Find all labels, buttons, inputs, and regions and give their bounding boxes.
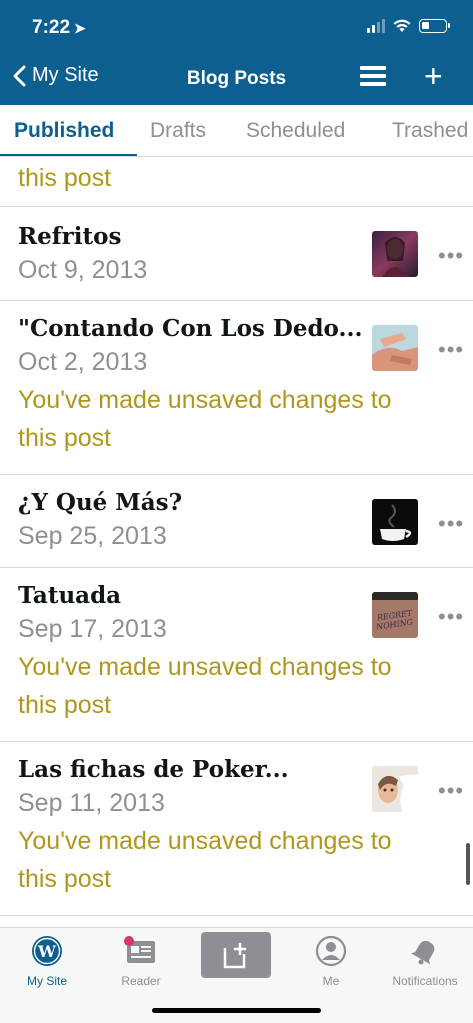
list-item[interactable]: this post xyxy=(0,159,473,207)
reader-icon xyxy=(94,934,188,968)
status-time-text: 7:22 xyxy=(32,17,71,38)
list-view-button[interactable] xyxy=(360,66,386,88)
wordpress-icon: W xyxy=(0,934,94,968)
signal-icon xyxy=(367,19,385,33)
status-icons xyxy=(367,19,450,33)
unsaved-warning-line1: You've made unsaved changes to xyxy=(18,827,392,855)
tab-scheduled[interactable]: Scheduled xyxy=(246,119,345,143)
scrollbar[interactable] xyxy=(466,843,470,885)
post-thumbnail xyxy=(372,499,418,545)
tab-trashed[interactable]: Trashed xyxy=(392,119,468,143)
unsaved-warning-line2: this post xyxy=(18,424,112,452)
wifi-icon xyxy=(393,19,411,32)
unsaved-warning-line2: this post xyxy=(18,865,112,893)
unsaved-warning: You've made unsaved changes to this post xyxy=(18,822,473,898)
tab-my-site[interactable]: W My Site xyxy=(0,934,94,988)
more-options-button[interactable]: ••• xyxy=(438,778,464,804)
tab-label: My Site xyxy=(26,974,67,988)
list-item[interactable]: Refritos Oct 9, 2013 ••• xyxy=(0,207,473,301)
tab-label: Reader xyxy=(121,974,161,988)
list-item[interactable]: ¿Y Qué Más? Sep 25, 2013 ••• xyxy=(0,475,473,568)
battery-icon xyxy=(419,19,450,33)
more-options-button[interactable]: ••• xyxy=(438,511,464,537)
home-indicator[interactable] xyxy=(152,1008,321,1013)
battery-level xyxy=(422,22,429,29)
tab-drafts[interactable]: Drafts xyxy=(150,119,206,143)
more-options-button[interactable]: ••• xyxy=(438,337,464,363)
new-post-button[interactable] xyxy=(201,932,271,978)
post-title: Refritos xyxy=(18,223,122,250)
unsaved-warning: You've made unsaved changes to this post xyxy=(18,381,473,457)
unsaved-warning-line2: this post xyxy=(18,691,112,719)
status-time: 7:22 ➤ xyxy=(32,17,86,39)
post-filter-tabs: Published Drafts Scheduled Trashed xyxy=(0,105,473,157)
tab-published[interactable]: Published xyxy=(14,119,114,143)
tab-label: Notifications xyxy=(392,974,458,988)
location-icon: ➤ xyxy=(74,20,86,36)
tab-label: Me xyxy=(322,974,340,988)
post-title: ¿Y Qué Más? xyxy=(18,489,183,516)
unsaved-warning-line1: You've made unsaved changes to xyxy=(18,653,392,681)
post-title: Las fichas de Poker... xyxy=(18,756,289,783)
post-thumbnail xyxy=(372,325,418,371)
tab-me[interactable]: Me xyxy=(284,934,378,988)
post-list[interactable]: this post Refritos Oct 9, 2013 ••• "Cont… xyxy=(0,157,473,927)
list-item[interactable]: Tatuada Sep 17, 2013 You've made unsaved… xyxy=(0,568,473,742)
add-post-button[interactable]: + xyxy=(424,60,443,92)
tab-reader[interactable]: Reader xyxy=(94,934,188,988)
profile-icon xyxy=(284,934,378,968)
unsaved-warning: You've made unsaved changes to this post xyxy=(18,648,473,724)
more-options-button[interactable]: ••• xyxy=(438,243,464,269)
back-button[interactable]: My Site xyxy=(12,64,99,87)
more-options-button[interactable]: ••• xyxy=(438,604,464,630)
svg-text:W: W xyxy=(37,942,57,961)
post-thumbnail xyxy=(372,231,418,277)
list-item[interactable]: "Contando Con Los Dedo... Oct 2, 2013 Yo… xyxy=(0,301,473,475)
post-thumbnail xyxy=(372,766,418,812)
unsaved-warning: this post xyxy=(18,164,112,192)
post-title: Tatuada xyxy=(18,582,122,609)
back-label: My Site xyxy=(32,64,99,86)
post-title: "Contando Con Los Dedo... xyxy=(18,315,363,342)
list-item[interactable]: Las fichas de Poker... Sep 11, 2013 You'… xyxy=(0,742,473,916)
bell-icon xyxy=(378,934,472,968)
unsaved-warning-line1: You've made unsaved changes to xyxy=(18,386,392,414)
top-bar: 7:22 ➤ My Site Blog Posts + xyxy=(0,0,473,105)
post-thumbnail: REGRET NOHING xyxy=(372,592,418,638)
compose-icon xyxy=(223,943,246,969)
tab-notifications[interactable]: Notifications xyxy=(378,934,472,988)
chevron-left-icon xyxy=(13,65,26,86)
